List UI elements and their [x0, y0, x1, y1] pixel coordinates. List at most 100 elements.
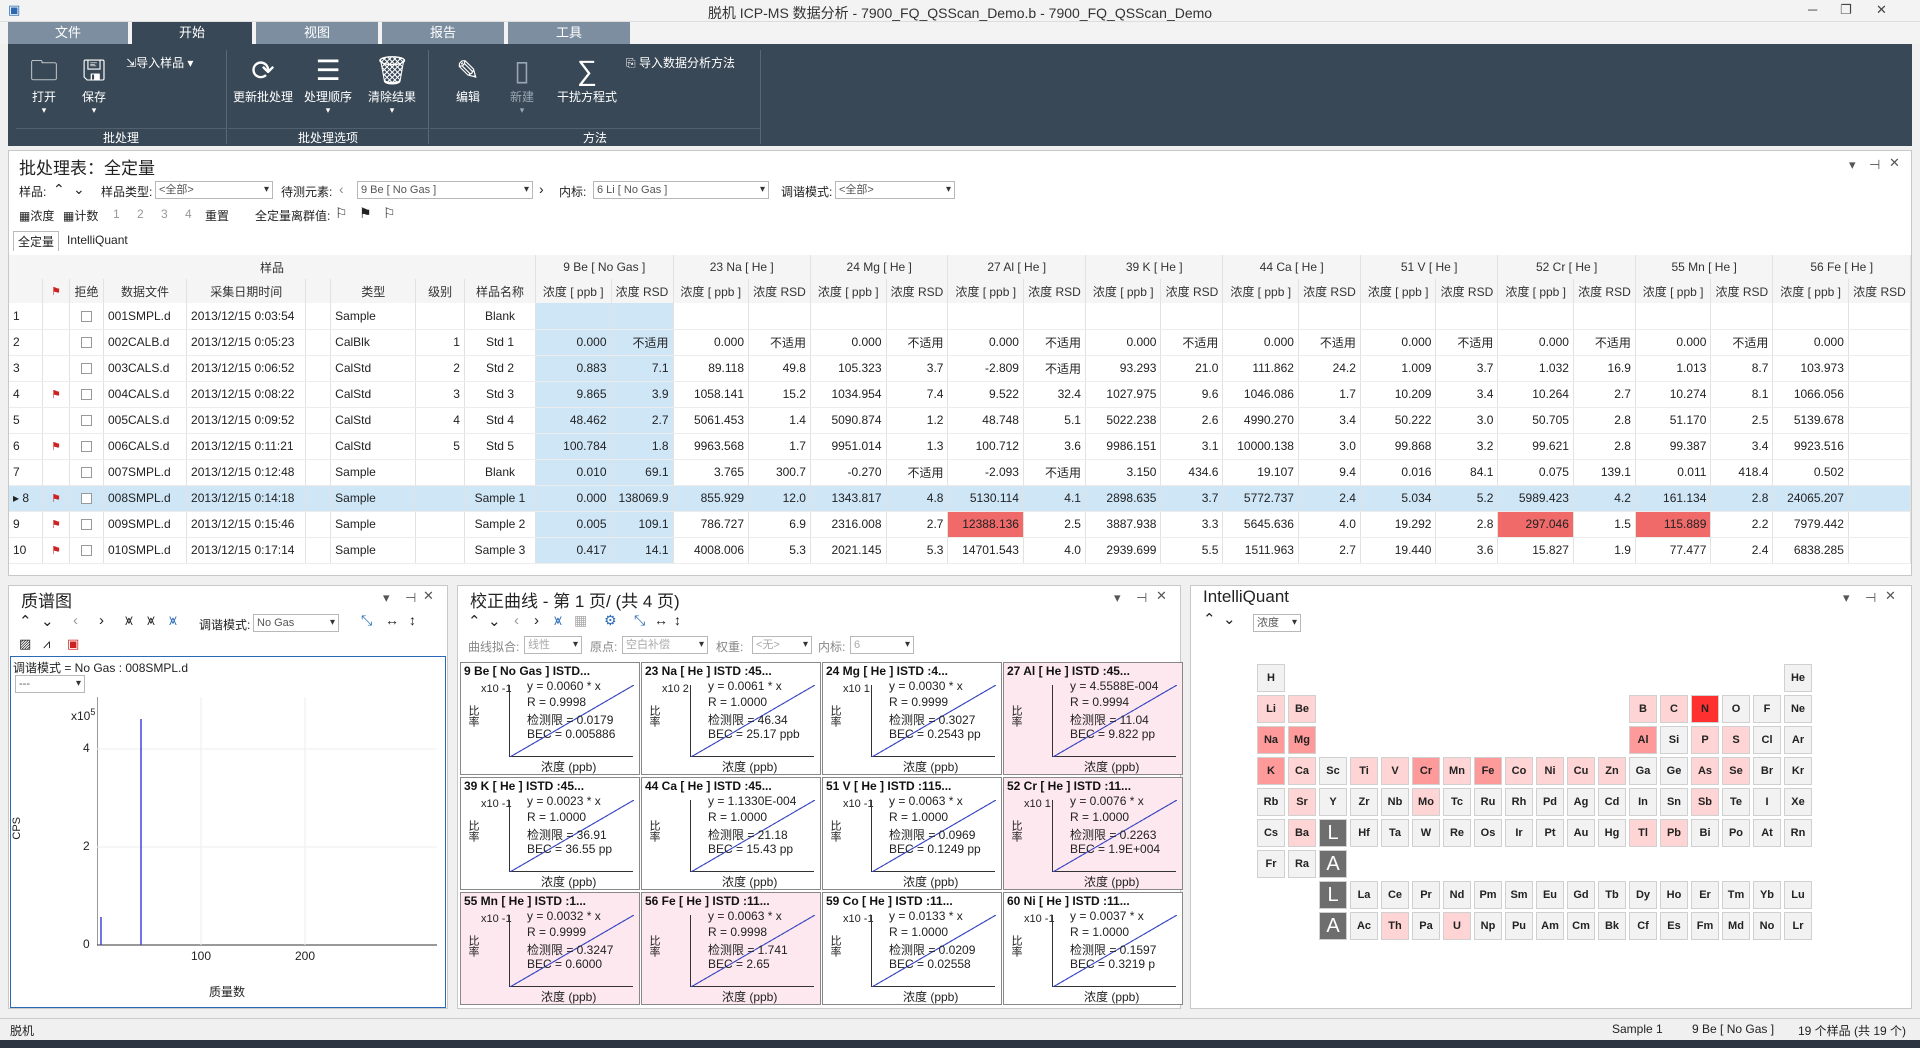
- cal-next-icon[interactable]: ›: [534, 612, 539, 629]
- element-Li[interactable]: Li: [1257, 695, 1285, 723]
- element-N[interactable]: N: [1691, 695, 1719, 723]
- element-Tb[interactable]: Tb: [1598, 881, 1626, 909]
- calibration-curve-cell[interactable]: 59 Co [ He ] ISTD :11... x10 -1 比率 y = 0.01…: [822, 892, 1002, 1005]
- zoom-xy-icon[interactable]: ⤡: [361, 612, 372, 629]
- reject-checkbox[interactable]: [69, 485, 104, 512]
- element-Zr[interactable]: Zr: [1350, 788, 1378, 816]
- element-Hg[interactable]: Hg: [1598, 819, 1626, 847]
- cal-zoom-xy-icon[interactable]: ⤡: [634, 612, 645, 629]
- element-Si[interactable]: Si: [1660, 726, 1688, 754]
- col-rsd[interactable]: 浓度 RSD: [748, 279, 811, 303]
- table-row[interactable]: 10 ⚑ 010SMPL.d 2013/12/15 0:17:14 Sample Samp…: [9, 537, 1911, 564]
- element-Pd[interactable]: Pd: [1536, 788, 1564, 816]
- element-Xe[interactable]: Xe: [1784, 788, 1812, 816]
- origin-select[interactable]: 空白补偿: [622, 636, 708, 654]
- cal-istd-select[interactable]: 6: [850, 636, 914, 654]
- up-icon[interactable]: ⌃: [19, 612, 32, 630]
- calibration-curve-cell[interactable]: 44 Ca [ He ] ISTD :45... 比率 y = 1.1330E-00…: [641, 777, 821, 890]
- element-H[interactable]: H: [1257, 664, 1285, 692]
- weight-select[interactable]: <无>: [752, 636, 812, 654]
- view-4-button[interactable]: 4: [185, 207, 192, 221]
- element-Tm[interactable]: Tm: [1722, 881, 1750, 909]
- calibration-curve-cell[interactable]: 24 Mg [ He ] ISTD :4... x10 1 比率 y = 0.0030…: [822, 662, 1002, 775]
- reject-checkbox[interactable]: [69, 355, 104, 382]
- element-Mn[interactable]: Mn: [1443, 757, 1471, 785]
- cal-zoom-y-icon[interactable]: ↕: [674, 612, 681, 628]
- element-Sm[interactable]: Sm: [1505, 881, 1533, 909]
- edit-button[interactable]: ✎ 编辑: [444, 54, 492, 105]
- cal-up-icon[interactable]: ⌃: [468, 612, 481, 630]
- element-Y[interactable]: Y: [1319, 788, 1347, 816]
- calibration-curve-cell[interactable]: 9 Be [ No Gas ] ISTD... x10 -1 比率 y = 0.006…: [460, 662, 640, 775]
- element-Ce[interactable]: Ce: [1381, 881, 1409, 909]
- col-rsd[interactable]: 浓度 RSD: [1023, 279, 1086, 303]
- element-Ba[interactable]: Ba: [1288, 819, 1316, 847]
- element-next-icon[interactable]: ›: [539, 181, 544, 197]
- element-A[interactable]: A: [1319, 850, 1347, 878]
- cal-chart-icon[interactable]: ⩙: [554, 612, 562, 629]
- element-Ra[interactable]: Ra: [1288, 850, 1316, 878]
- interference-equation-button[interactable]: ∑ 干扰方程式: [552, 54, 622, 105]
- col-type[interactable]: 类型: [330, 279, 417, 303]
- element-Eu[interactable]: Eu: [1536, 881, 1564, 909]
- element-Tc[interactable]: Tc: [1443, 788, 1471, 816]
- element-Zn[interactable]: Zn: [1598, 757, 1626, 785]
- pane-menu-icon[interactable]: ▾: [1849, 157, 1856, 173]
- col-conc[interactable]: 浓度 [ ppb ]: [1085, 279, 1162, 303]
- element-Rn[interactable]: Rn: [1784, 819, 1812, 847]
- calibration-curve-cell[interactable]: 60 Ni [ He ] ISTD :11... x10 -1 比率 y = 0.00…: [1003, 892, 1183, 1005]
- calibration-curve-cell[interactable]: 55 Mn [ He ] ISTD :1... x10 -1 比率 y = 0.003…: [460, 892, 640, 1005]
- reject-checkbox[interactable]: [69, 537, 104, 564]
- color-icon[interactable]: ▣: [67, 636, 79, 652]
- calibration-curve-cell[interactable]: 23 Na [ He ] ISTD :45... x10 2 比率 y = 0.006…: [641, 662, 821, 775]
- element-Te[interactable]: Te: [1722, 788, 1750, 816]
- element-Ne[interactable]: Ne: [1784, 695, 1812, 723]
- element-I[interactable]: I: [1753, 788, 1781, 816]
- fit-select[interactable]: 线性: [524, 636, 582, 654]
- calibration-curve-cell[interactable]: 52 Cr [ He ] ISTD :11... x10 1 比率 y = 0.007…: [1003, 777, 1183, 890]
- element-Ir[interactable]: Ir: [1505, 819, 1533, 847]
- element-Es[interactable]: Es: [1660, 912, 1688, 940]
- element-Md[interactable]: Md: [1722, 912, 1750, 940]
- save-button[interactable]: 🖫 保存 ▾: [74, 54, 114, 116]
- calibration-curve-cell[interactable]: 39 K [ He ] ISTD :45... x10 -1 比率 y = 0.002…: [460, 777, 640, 890]
- element-Re[interactable]: Re: [1443, 819, 1471, 847]
- clear-results-button[interactable]: 🗑 清除结果 ▾: [360, 54, 424, 116]
- element-Cm[interactable]: Cm: [1567, 912, 1595, 940]
- element-Fm[interactable]: Fm: [1691, 912, 1719, 940]
- reject-checkbox[interactable]: [69, 433, 104, 460]
- element-Sr[interactable]: Sr: [1288, 788, 1316, 816]
- line-icon[interactable]: ⩘: [43, 636, 50, 652]
- element-Yb[interactable]: Yb: [1753, 881, 1781, 909]
- element-Al[interactable]: Al: [1629, 726, 1657, 754]
- new-button[interactable]: ▯ 新建 ▾: [498, 54, 546, 116]
- next-icon[interactable]: ›: [99, 612, 104, 629]
- element-Po[interactable]: Po: [1722, 819, 1750, 847]
- iq-close-icon[interactable]: ✕: [1885, 588, 1896, 604]
- element-Dy[interactable]: Dy: [1629, 881, 1657, 909]
- table-row[interactable]: ▸ 8 ⚑ 008SMPL.d 2013/12/15 0:14:18 Sample Sam…: [9, 485, 1911, 512]
- open-button[interactable]: 🗀 打开 ▾: [24, 54, 64, 116]
- element-L[interactable]: L: [1319, 819, 1347, 847]
- element-F[interactable]: F: [1753, 695, 1781, 723]
- element-Os[interactable]: Os: [1474, 819, 1502, 847]
- col-rsd[interactable]: 浓度 RSD: [1160, 279, 1224, 303]
- element-P[interactable]: P: [1691, 726, 1719, 754]
- element-Am[interactable]: Am: [1536, 912, 1564, 940]
- import-method-button[interactable]: ⎘ 导入数据分析方法: [626, 54, 756, 71]
- element-select[interactable]: 9 Be [ No Gas ]: [357, 181, 533, 199]
- reset-button[interactable]: 重置: [205, 207, 229, 224]
- reject-checkbox[interactable]: [69, 459, 104, 486]
- reject-checkbox[interactable]: [69, 381, 104, 408]
- cal-zoom-x-icon[interactable]: ↔: [654, 612, 668, 628]
- conc-view-button[interactable]: ▦浓度: [19, 207, 54, 224]
- tab-file[interactable]: 文件: [8, 22, 128, 44]
- element-Cf[interactable]: Cf: [1629, 912, 1657, 940]
- col-conc[interactable]: 浓度 [ ppb ]: [673, 279, 750, 303]
- spectrum-close-icon[interactable]: ✕: [423, 588, 434, 604]
- col-file[interactable]: 数据文件: [103, 279, 188, 303]
- element-Pt[interactable]: Pt: [1536, 819, 1564, 847]
- element-prev-icon[interactable]: ‹: [339, 181, 344, 197]
- element-Sc[interactable]: Sc: [1319, 757, 1347, 785]
- element-Lu[interactable]: Lu: [1784, 881, 1812, 909]
